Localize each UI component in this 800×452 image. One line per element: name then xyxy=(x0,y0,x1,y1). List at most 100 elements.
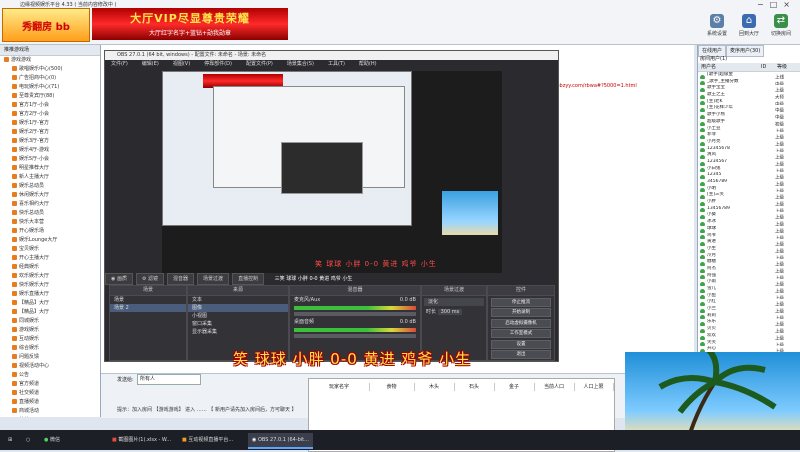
user-row[interactable]: 超级歌手初级 xyxy=(698,119,800,126)
start-recording-button[interactable]: 开始录制 xyxy=(491,308,551,317)
volume-slider[interactable] xyxy=(294,334,416,338)
tree-item[interactable]: 休闲娱乐大厅 xyxy=(0,191,100,200)
user-row[interactable]: 阿强上级 xyxy=(698,273,800,280)
search-icon[interactable]: ○ xyxy=(22,433,34,447)
menu-tools[interactable]: 工具(T) xyxy=(328,61,345,67)
source-item[interactable]: 小视图 xyxy=(188,312,288,320)
user-row[interactable]: 糖糖上级 xyxy=(698,259,800,266)
send-to-select[interactable]: 所有人 xyxy=(137,374,201,385)
user-row[interactable]: 冰冰上级 xyxy=(698,219,800,226)
user-row[interactable]: 清风上级 xyxy=(698,152,800,159)
tab-mic-users[interactable]: 麦序用户(30) xyxy=(726,45,765,57)
vip-banner[interactable]: 大厅VIP尽显尊贵荣耀 大厅红字名字+蓝钻+勋我勋章 xyxy=(92,8,288,40)
obs-window[interactable]: OBS 27.0.1 (64 bit, windows) - 配置文件: 未命名… xyxy=(104,50,559,362)
menu-docks[interactable]: 停靠部件(D) xyxy=(204,61,232,67)
duration-input[interactable]: 300 ms xyxy=(437,309,463,315)
tab-mixer[interactable]: 混音器 xyxy=(167,273,195,285)
user-row[interactable]: 1234567上级 xyxy=(698,159,800,166)
scene-item[interactable]: 场景 xyxy=(110,296,186,304)
user-row[interactable]: 小雨上级 xyxy=(698,279,800,286)
stop-streaming-button[interactable]: 停止推流 xyxy=(491,297,551,307)
volume-slider[interactable] xyxy=(294,312,416,316)
tree-item[interactable]: 问题反馈 xyxy=(0,353,100,362)
user-row[interactable]: 小土豆上级 xyxy=(698,126,800,133)
window-controls[interactable]: −□× xyxy=(757,0,796,9)
user-row[interactable]: 冷月上级 xyxy=(698,253,800,260)
tree-item[interactable]: 新人主播大厅 xyxy=(0,173,100,182)
user-row[interactable]: 小白兔上级 xyxy=(698,166,800,173)
user-row[interactable]: 13456789上级 xyxy=(698,206,800,213)
tree-item[interactable]: 开心主播大厅 xyxy=(0,254,100,263)
tree-item[interactable]: 同城娱乐 xyxy=(0,317,100,326)
system-settings-button[interactable]: ⚙ 系统设置 xyxy=(702,14,732,40)
user-row[interactable]: 3456789上级 xyxy=(698,179,800,186)
user-row[interactable]: 球球上级 xyxy=(698,226,800,233)
start-button[interactable]: ⊞ xyxy=(4,433,16,447)
tree-item[interactable]: 综合娱乐 xyxy=(0,344,100,353)
source-item[interactable]: 显示器采集 xyxy=(188,328,288,336)
user-row[interactable]: 小鱼上级 xyxy=(698,293,800,300)
user-row[interactable]: 莉莉上级 xyxy=(698,313,800,320)
tree-item[interactable]: 快乐大本营 xyxy=(0,218,100,227)
tree-item[interactable]: 官方2厅-小会 xyxy=(0,110,100,119)
tree-item[interactable]: 【精品】大厅 xyxy=(0,308,100,317)
tree-item[interactable]: 至尊贵宾厅(88) xyxy=(0,92,100,101)
tree-item[interactable]: 商城活动 xyxy=(0,407,100,416)
menu-scene-collection[interactable]: 场景集合(S) xyxy=(287,61,314,67)
tab-properties[interactable]: ◉ 画质 xyxy=(105,273,133,285)
obs-preview[interactable] xyxy=(162,71,502,277)
tree-item[interactable]: 快乐娱乐大厅 xyxy=(0,281,100,290)
exit-button[interactable]: 退出 xyxy=(491,350,551,359)
user-row[interactable]: 小兰上级 xyxy=(698,306,800,313)
tree-item[interactable]: 游戏娱乐 xyxy=(0,326,100,335)
back-to-hall-button[interactable]: ⌂ 回到大厅 xyxy=(734,14,764,40)
tree-item[interactable]: 喜乐相约大厅 xyxy=(0,200,100,209)
menu-edit[interactable]: 编辑(E) xyxy=(142,61,159,67)
close-icon[interactable]: × xyxy=(783,0,796,9)
tree-item[interactable]: 电玩娱乐中心(71) xyxy=(0,83,100,92)
user-row[interactable]: 12345678上级 xyxy=(698,146,800,153)
user-row[interactable]: 鸡爷上级 xyxy=(698,233,800,240)
source-item[interactable]: 窗口采集 xyxy=(188,320,288,328)
user-row[interactable]: 小月亮上级 xyxy=(698,139,800,146)
user-row[interactable]: [主]老K中级 xyxy=(698,99,800,106)
switch-room-button[interactable]: ⇄ 切换房间 xyxy=(766,14,796,40)
tree-item[interactable]: 宝贝娱乐 xyxy=(0,245,100,254)
user-row[interactable]: [主]三笑上级 xyxy=(698,192,800,200)
settings-button[interactable]: 设置 xyxy=(491,339,551,349)
tree-item[interactable]: 社交频道 xyxy=(0,389,100,398)
studio-mode-button[interactable]: 工作室模式 xyxy=(491,329,551,338)
tree-item[interactable]: 娱乐1厅-官方 xyxy=(0,119,100,128)
virtual-camera-button[interactable]: 启动虚拟摄像机 xyxy=(491,318,551,328)
user-row[interactable]: _歌手_主播分数中级 xyxy=(698,79,800,86)
user-row[interactable]: 小胖上级 xyxy=(698,199,800,206)
task-item-wechat[interactable]: ● 微信 xyxy=(40,433,64,447)
scene-item[interactable]: 场景 2 xyxy=(110,304,186,312)
tree-item[interactable]: 游戏游戏 xyxy=(0,56,100,65)
tree-item[interactable]: 娱乐Lounge大厅 xyxy=(0,236,100,245)
tree-item[interactable]: 公告 xyxy=(0,371,100,380)
user-row[interactable]: 阿杰上级 xyxy=(698,266,800,273)
tree-item[interactable]: 视频活动中心 xyxy=(0,362,100,371)
menu-help[interactable]: 帮助(H) xyxy=(359,61,377,67)
tree-item[interactable]: 娱乐2厅-官方 xyxy=(0,128,100,137)
tree-item[interactable]: 娱乐直播大厅 xyxy=(0,290,100,299)
tree-item[interactable]: 快乐总动员 xyxy=(0,209,100,218)
user-row[interactable]: 贝贝上级 xyxy=(698,326,800,333)
tree-item[interactable]: 娱乐3厅-官方 xyxy=(0,137,100,146)
tree-item[interactable]: 娱乐5厅-小会 xyxy=(0,155,100,164)
tab-controls[interactable]: 直播控制 xyxy=(232,273,265,285)
tree-item[interactable]: 直播频道 xyxy=(0,398,100,407)
tree-item[interactable]: 娱乐4厅-游戏 xyxy=(0,146,100,155)
tree-item[interactable]: 其他 xyxy=(0,416,100,417)
user-row[interactable]: 菲菲上级 xyxy=(698,132,800,139)
task-item-excel[interactable]: ■ 截图图片(1).xlsx - W... xyxy=(108,433,175,447)
user-row[interactable]: 歌手宝宝上级 xyxy=(698,85,800,93)
user-row[interactable]: 小生上级 xyxy=(698,246,800,253)
menu-file[interactable]: 文件(F) xyxy=(111,61,128,67)
user-row[interactable]: 歌王之王大师 xyxy=(698,92,800,99)
user-row[interactable]: 黄进上级 xyxy=(698,239,800,246)
user-row[interactable]: 乐乐上级 xyxy=(698,319,800,327)
user-row[interactable]: 12345上级 xyxy=(698,172,800,179)
tab-transitions[interactable]: 场景过渡 xyxy=(197,273,230,285)
